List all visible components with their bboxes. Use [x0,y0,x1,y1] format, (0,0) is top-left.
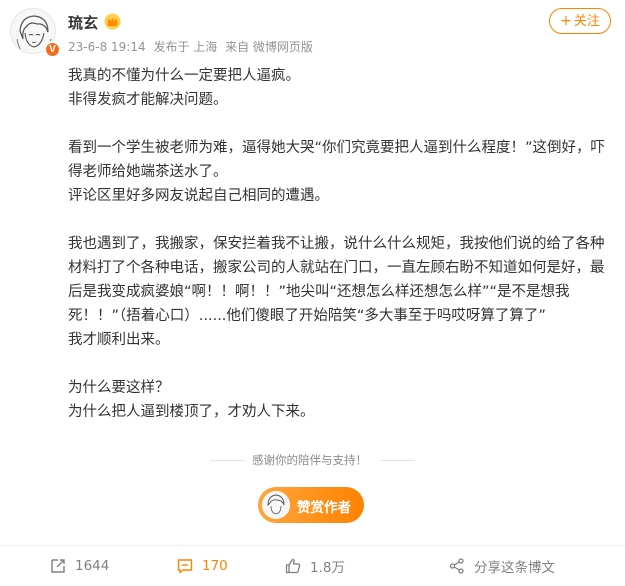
post-line: 评论区里好多网友说起自己相同的遭遇。 [68,188,329,204]
post-line: 为什么要这样？ [68,380,170,396]
divider-line-left [210,460,245,461]
post-line: 我才顺利出来。 [68,332,170,348]
repost-count: 1644 [75,558,110,574]
repost-button[interactable]: 1644 [49,554,109,578]
reward-avatar [262,491,290,519]
share-icon [449,558,464,574]
share-label: 分享这条博文 [474,560,555,576]
follow-label: 关注 [573,14,600,29]
action-bar: 1644 170 1.8万 分享这条博文 [0,545,625,586]
share-button[interactable]: 分享这条博文 [448,554,555,578]
like-count: 1.8万 [310,560,345,576]
post-line: 非得发疯才能解决问题。 [68,92,228,108]
post-source: 来自 微博网页版 [225,40,313,54]
post-location: 发布于 上海 [153,40,218,54]
reward-author-button[interactable]: 赞赏作者 [258,487,364,523]
post-date[interactable]: 23-6-8 19:14 [68,40,146,54]
post-meta: 23-6-8 19:14 发布于 上海 来自 微博网页版 [68,38,317,55]
post-header: V 琉玄 23-6-8 19:14 发布于 上海 来自 微博网页版 + 关注 [0,0,625,60]
follow-button[interactable]: + 关注 [549,8,611,34]
plus-icon: + [560,13,572,29]
crown-icon [104,13,121,30]
verified-badge: V [44,41,61,58]
thanks-divider: 感谢你的陪伴与支持！ [0,450,625,470]
post-line: 看到一个学生被老师为难，逼得她大哭“你们究竟要把人逼到什么程度！”这倒好，吓得老… [68,140,606,180]
like-button[interactable]: 1.8万 [284,554,345,578]
post-line: 我也遇到了，我搬家，保安拦着我不让搬，说什么什么规矩，我按他们说的给了各种材料打… [68,236,605,324]
post-body: 我真的不懂为什么一定要把人逼疯。 非得发疯才能解决问题。 看到一个学生被老师为难… [68,64,613,424]
thanks-text: 感谢你的陪伴与支持！ [252,453,367,467]
post-line: 为什么把人逼到楼顶了，才劝人下来。 [68,404,315,420]
thumbs-up-icon [285,558,301,574]
comment-button[interactable]: 170 [176,554,228,578]
repost-icon [51,559,65,573]
avatar-sketch-image [262,491,290,519]
reward-label: 赞赏作者 [297,500,351,516]
divider-line-right [380,460,415,461]
comment-icon [177,559,193,574]
comment-count: 170 [202,558,228,574]
post-line: 我真的不懂为什么一定要把人逼疯。 [68,68,300,84]
username[interactable]: 琉玄 [68,12,98,33]
